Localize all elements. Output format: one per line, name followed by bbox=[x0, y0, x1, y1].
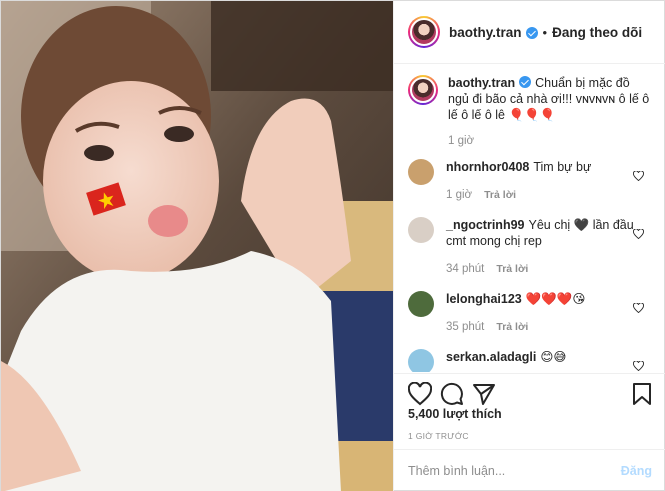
following-button[interactable]: Đang theo dõi bbox=[552, 25, 642, 40]
comment-item: lelonghai123 ❤️❤️❤️😘 35 phút Trả lời bbox=[408, 283, 656, 335]
selfie-image bbox=[1, 1, 393, 491]
caption-username[interactable]: baothy.tran bbox=[448, 76, 515, 90]
action-bar bbox=[394, 373, 665, 408]
instagram-post: baothy.tran • Đang theo dõi baothy.tran C… bbox=[0, 0, 665, 491]
share-icon[interactable] bbox=[472, 382, 496, 406]
comment-time[interactable]: 1 giờ bbox=[446, 189, 472, 201]
add-comment-bar: Đăng bbox=[394, 449, 665, 491]
caption-avatar-image bbox=[410, 77, 436, 103]
comment-input[interactable] bbox=[408, 464, 621, 478]
verified-badge-icon bbox=[519, 76, 532, 88]
comment-username[interactable]: serkan.aladagli bbox=[446, 350, 536, 364]
comment-username[interactable]: nhornhor0408 bbox=[446, 160, 529, 174]
comment-avatar[interactable] bbox=[408, 349, 434, 372]
reply-button[interactable]: Trả lời bbox=[496, 263, 528, 275]
caption-time[interactable]: 1 giờ bbox=[448, 135, 474, 147]
like-comment-heart-icon[interactable] bbox=[633, 361, 644, 371]
comment-icon[interactable] bbox=[440, 382, 464, 406]
comment-item: serkan.aladagli 😊😅 bbox=[408, 341, 656, 372]
like-comment-heart-icon[interactable] bbox=[633, 303, 644, 313]
post-comment-button[interactable]: Đăng bbox=[621, 464, 652, 478]
avatar[interactable] bbox=[408, 16, 440, 48]
reply-button[interactable]: Trả lời bbox=[484, 189, 516, 201]
comment-text: Tim bự bự bbox=[533, 160, 592, 174]
avatar-image bbox=[410, 18, 438, 46]
comment-time[interactable]: 35 phút bbox=[446, 321, 484, 333]
comment-text: ❤️❤️❤️😘 bbox=[525, 292, 586, 306]
like-comment-heart-icon[interactable] bbox=[633, 171, 644, 181]
comment-item: nhornhor0408 Tim bự bự 1 giờ Trả lời bbox=[408, 151, 656, 203]
comments-list[interactable]: baothy.tran Chuẩn bị mặc đồ ngủ đi bão cả… bbox=[394, 65, 665, 372]
post-timestamp[interactable]: 1 GIỜ TRƯỚC bbox=[408, 431, 469, 441]
header-username[interactable]: baothy.tran bbox=[449, 25, 522, 40]
post-photo[interactable] bbox=[1, 1, 393, 491]
post-side-panel: baothy.tran • Đang theo dõi baothy.tran C… bbox=[393, 1, 665, 491]
comment-avatar[interactable] bbox=[408, 217, 434, 243]
heart-icon[interactable] bbox=[408, 382, 432, 406]
caption-avatar[interactable] bbox=[408, 75, 438, 105]
comment-item: _ngoctrinh99 Yêu chị 🖤 lần đầu cmt mong c… bbox=[408, 209, 656, 277]
separator-dot: • bbox=[542, 24, 548, 40]
post-header: baothy.tran • Đang theo dõi bbox=[394, 1, 665, 64]
comment-text: 😊😅 bbox=[540, 350, 567, 364]
comment-time[interactable]: 34 phút bbox=[446, 263, 484, 275]
likes-count[interactable]: 5,400 lượt thích bbox=[408, 407, 502, 421]
verified-badge-icon bbox=[525, 27, 538, 39]
comment-avatar[interactable] bbox=[408, 291, 434, 317]
bookmark-icon[interactable] bbox=[630, 382, 654, 406]
like-comment-heart-icon[interactable] bbox=[633, 229, 644, 239]
caption: baothy.tran Chuẩn bị mặc đồ ngủ đi bão cả… bbox=[408, 75, 656, 149]
reply-button[interactable]: Trả lời bbox=[496, 321, 528, 333]
comment-username[interactable]: _ngoctrinh99 bbox=[446, 218, 525, 232]
comment-avatar[interactable] bbox=[408, 159, 434, 185]
comment-username[interactable]: lelonghai123 bbox=[446, 292, 522, 306]
